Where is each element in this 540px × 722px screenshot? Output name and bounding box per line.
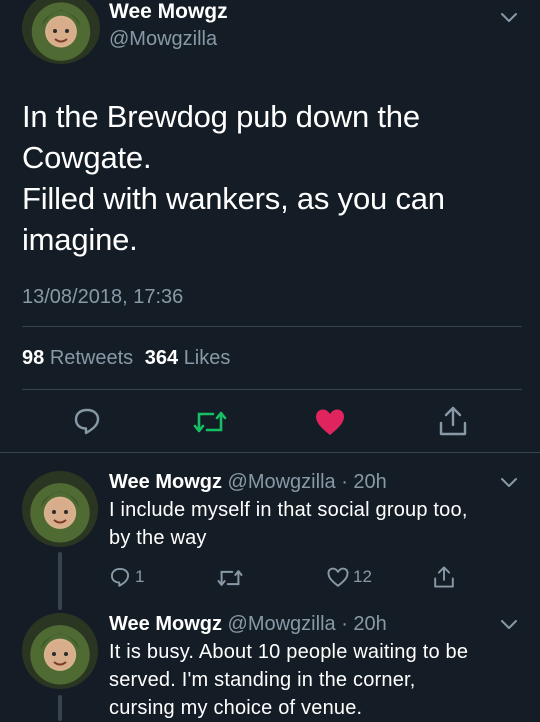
reply-header: Wee Mowgz @Mowgzilla · 20h [109,469,387,495]
chevron-down-icon[interactable] [498,471,520,493]
heart-outline-icon [326,566,350,588]
reply-text: It is busy. About 10 people waiting to b… [109,638,534,722]
chevron-down-icon[interactable] [498,6,520,28]
divider [0,452,540,453]
divider [22,326,522,327]
retweet-icon[interactable] [217,567,243,589]
retweets-label: Retweets [49,347,134,369]
share-icon[interactable] [433,565,455,589]
display-name[interactable]: Wee Mowgz [109,613,222,635]
retweets-link[interactable]: 98 Retweets [22,347,139,369]
reply-count: 1 [135,567,145,586]
tweet-text-line: Filled with wankers, as you can [22,181,445,216]
timestamp[interactable]: 13/08/2018, 17:36 [22,284,183,310]
reply-action[interactable]: 1 [109,566,144,588]
thread-line [58,552,62,610]
tweet-text-line: In the Brewdog pub down the [22,99,420,134]
reply-header: Wee Mowgz @Mowgzilla · 20h [109,611,387,637]
like-filled-icon[interactable] [314,407,346,437]
avatar[interactable] [22,613,98,689]
chevron-down-icon[interactable] [498,613,520,635]
divider [22,389,522,390]
retweets-count: 98 [22,347,45,369]
reply-text: I include myself in that social group to… [109,496,529,552]
reply-text-line: I include myself in that social group to… [109,499,468,521]
share-icon[interactable] [438,405,468,437]
reply-icon[interactable] [72,406,102,436]
thread-line [58,695,62,721]
tweet-text-line: imagine. [22,222,138,257]
handle[interactable]: @Mowgzilla [109,26,217,52]
like-count: 12 [353,567,372,586]
engagement-stats: 98 Retweets 364 Likes [22,345,230,371]
reply-text-line: by the way [109,527,207,549]
retweet-icon[interactable] [193,408,227,436]
likes-label: Likes [183,347,231,369]
display-name[interactable]: Wee Mowgz [109,0,228,25]
like-action[interactable]: 12 [326,566,372,588]
tweet-text: In the Brewdog pub down the Cowgate. Fil… [22,96,522,260]
display-name[interactable]: Wee Mowgz [109,471,222,493]
reply-icon [109,566,131,588]
likes-link[interactable]: 364 Likes [145,347,231,369]
reply-text-line: It is busy. About 10 people waiting to b… [109,641,469,663]
reply-text-line: served. I'm standing in the corner, [109,669,416,691]
handle-time[interactable]: @Mowgzilla · 20h [228,613,387,635]
reply-text-line: cursing my choice of venue. [109,697,363,719]
avatar[interactable] [22,0,100,64]
likes-count: 364 [144,347,179,369]
handle-time[interactable]: @Mowgzilla · 20h [228,471,387,493]
tweet-text-line: Cowgate. [22,140,152,175]
avatar[interactable] [22,471,98,547]
